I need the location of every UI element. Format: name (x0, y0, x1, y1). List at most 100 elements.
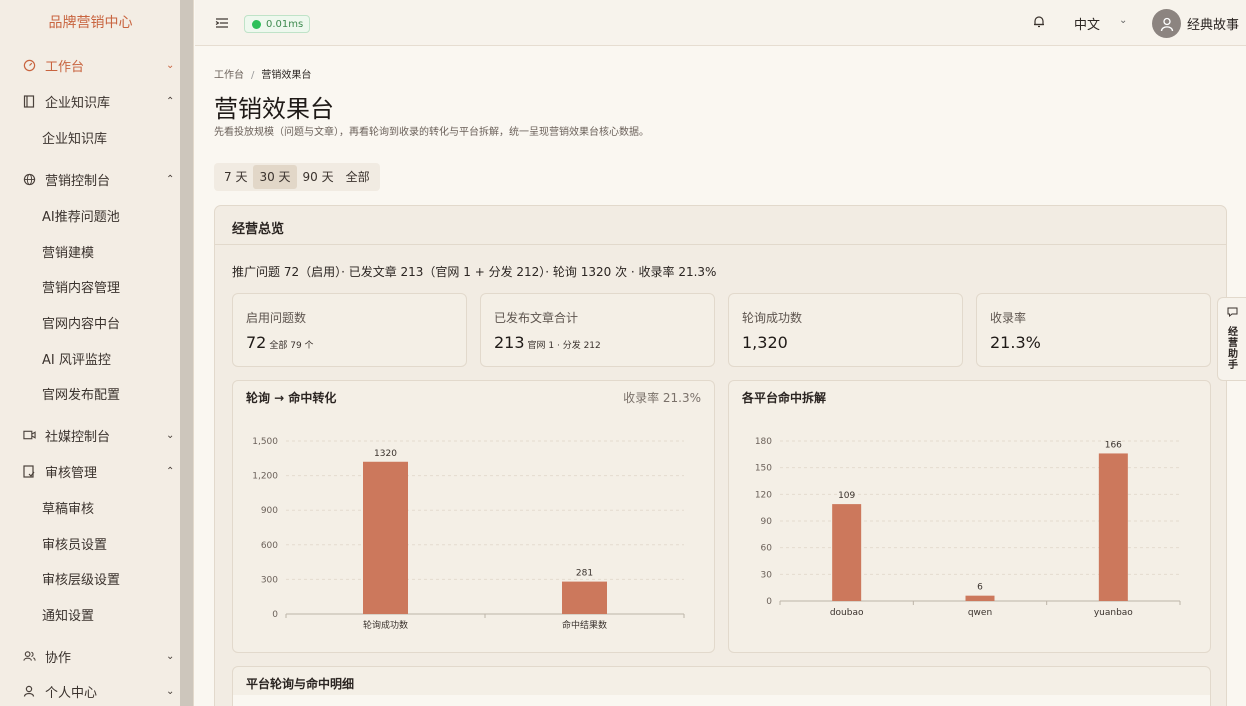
page-description: 先看投放规模（问题与文章），再看轮询到收录的转化与平台拆解，统一呈现营销效果台核… (214, 127, 649, 138)
range-selector: 7 天 30 天 90 天 全部 (214, 163, 380, 191)
kpi-number: 72 (246, 333, 267, 352)
sidebar-subitem-reviewers[interactable]: 审核员设置 (42, 528, 107, 564)
sidebar-item-knowledge[interactable]: 企业知识库 ⌃ (0, 83, 181, 119)
language-select[interactable]: 中文 (1074, 14, 1100, 33)
bar (832, 504, 862, 601)
kpi-sub: 官网 1 · 分发 212 (527, 341, 601, 351)
kpi-value: 21.3% (990, 333, 1041, 352)
page-title: 营销效果台 (214, 95, 334, 123)
overview-title: 经营总览 (232, 222, 285, 237)
sidebar-item-social[interactable]: 社媒控制台 ⌄ (0, 417, 181, 453)
range-option-all[interactable]: 全部 (340, 165, 376, 189)
y-tick-label: 180 (755, 437, 772, 447)
bell-icon[interactable] (1033, 15, 1045, 31)
range-option-30d[interactable]: 30 天 (253, 165, 297, 189)
assistant-tab[interactable]: 经营助手 (1217, 297, 1246, 381)
overview-summary: 推广问题 72（启用）· 已发文章 213（官网 1 + 分发 212）· 轮询… (232, 265, 717, 279)
breadcrumb: 工作台 / 营销效果台 (214, 66, 311, 81)
kpi-value: 213 官网 1 · 分发 212 (494, 333, 601, 352)
sidebar-item-audit[interactable]: 审核管理 ⌃ (0, 453, 181, 489)
y-tick-label: 150 (755, 464, 772, 474)
sidebar-item-label: 工作台 (45, 59, 85, 75)
chevron-down-icon: ⌄ (166, 685, 175, 697)
sidebar-item-label: 营销控制台 (45, 173, 111, 189)
user-icon (22, 684, 36, 698)
avatar[interactable] (1152, 9, 1181, 38)
sidebar-subitem-review-levels[interactable]: 审核层级设置 (42, 563, 120, 599)
sidebar-item-label: 审核管理 (45, 465, 98, 481)
y-tick-label: 600 (261, 541, 278, 551)
kpi-label: 启用问题数 (246, 311, 307, 325)
x-tick-label: 命中结果数 (562, 619, 607, 631)
sidebar-subitem-modeling[interactable]: 营销建模 (42, 236, 94, 272)
data-label: 166 (1105, 440, 1122, 450)
sidebar-item-label: 社媒控制台 (45, 429, 111, 445)
data-label: 1320 (374, 449, 397, 459)
sidebar-item-dashboard[interactable]: 工作台 ⌄ (0, 47, 181, 83)
username[interactable]: 经典故事 (1187, 14, 1239, 33)
x-tick-label: qwen (968, 608, 992, 618)
sidebar-subitem-content[interactable]: 营销内容管理 (42, 271, 120, 307)
y-tick-label: 60 (761, 544, 773, 554)
range-option-90d[interactable]: 90 天 (297, 165, 340, 189)
y-tick-label: 1,200 (252, 472, 278, 482)
bar (965, 595, 995, 601)
menu-fold-icon[interactable] (215, 15, 229, 29)
book-icon (22, 94, 36, 108)
range-option-7d[interactable]: 7 天 (218, 165, 253, 189)
kpi-value: 1,320 (742, 333, 788, 352)
breadcrumb-root[interactable]: 工作台 (214, 70, 244, 81)
kpi-value: 72 全部 79 个 (246, 333, 314, 352)
chat-icon (1227, 307, 1238, 320)
dashboard-icon (22, 58, 36, 72)
table-title: 平台轮询与命中明细 (246, 677, 355, 691)
chevron-down-icon: ⌄ (166, 650, 175, 662)
sidebar-subitem-notifications[interactable]: 通知设置 (42, 599, 94, 635)
sidebar-item-profile[interactable]: 个人中心 ⌄ (0, 673, 181, 706)
detail-table (233, 695, 1210, 706)
sidebar-item-label: 协作 (45, 650, 72, 666)
data-label: 6 (977, 583, 983, 593)
topbar: 0.01ms 中文 ⌄ 经典故事 (195, 0, 1246, 46)
y-tick-label: 120 (755, 490, 772, 500)
platform-bar-chart: 0 30 60 90 120 150 180 109 doubao 6 qwen 166 yuanbao (755, 437, 1181, 618)
chevron-down-icon[interactable]: ⌄ (1119, 15, 1127, 26)
sidebar-subitem-knowledge[interactable]: 企业知识库 (42, 122, 107, 158)
latency-value: 0.01ms (266, 18, 304, 30)
kpi-card-polls: 轮询成功数 1,320 (728, 293, 963, 367)
y-tick-label: 90 (761, 517, 773, 527)
chevron-down-icon: ⌄ (166, 59, 175, 71)
bar (1098, 453, 1128, 601)
y-tick-label: 30 (761, 570, 773, 580)
sidebar-item-label: 个人中心 (45, 685, 98, 701)
chevron-up-icon: ⌃ (166, 95, 175, 107)
status-dot-icon (252, 19, 261, 29)
sidebar-item-marketing[interactable]: 营销控制台 ⌃ (0, 161, 181, 197)
kpi-card-articles: 已发布文章合计 213 官网 1 · 分发 212 (480, 293, 715, 367)
chevron-up-icon: ⌃ (166, 465, 175, 477)
sidebar-subitem-risk-monitor[interactable]: AI 风评监控 (42, 343, 111, 379)
chevron-down-icon: ⌄ (166, 429, 175, 441)
data-label: 281 (576, 569, 593, 579)
sidebar-subitem-draft-review[interactable]: 草稿审核 (42, 492, 94, 528)
kpi-sub: 全部 79 个 (269, 341, 314, 351)
sidebar-subitem-question-pool[interactable]: AI推荐问题池 (42, 200, 120, 236)
y-tick-label: 900 (261, 506, 278, 516)
sidebar-subitem-publish-config[interactable]: 官网发布配置 (42, 378, 120, 414)
kpi-card-rate: 收录率 21.3% (976, 293, 1211, 367)
kpi-label: 已发布文章合计 (494, 311, 579, 325)
sidebar-item-collab[interactable]: 协作 ⌄ (0, 638, 181, 674)
sidebar-subitem-site-content[interactable]: 官网内容中台 (42, 307, 120, 343)
breadcrumb-current: 营销效果台 (261, 70, 312, 81)
x-tick-label: 轮询成功数 (363, 619, 408, 631)
bar (562, 581, 607, 614)
chart-card-conversion: 轮询 → 命中转化 收录率 21.3% 0 300 600 900 1,200 1,500… (232, 380, 715, 653)
team-icon (22, 649, 36, 663)
detail-table-card: 平台轮询与命中明细 (232, 666, 1211, 706)
globe-icon (22, 172, 36, 186)
sidebar-scrollbar[interactable] (180, 0, 193, 706)
kpi-card-questions: 启用问题数 72 全部 79 个 (232, 293, 467, 367)
kpi-number: 213 (494, 333, 525, 352)
overview-panel: 经营总览 推广问题 72（启用）· 已发文章 213（官网 1 + 分发 212… (214, 205, 1227, 706)
latency-badge: 0.01ms (244, 15, 311, 33)
